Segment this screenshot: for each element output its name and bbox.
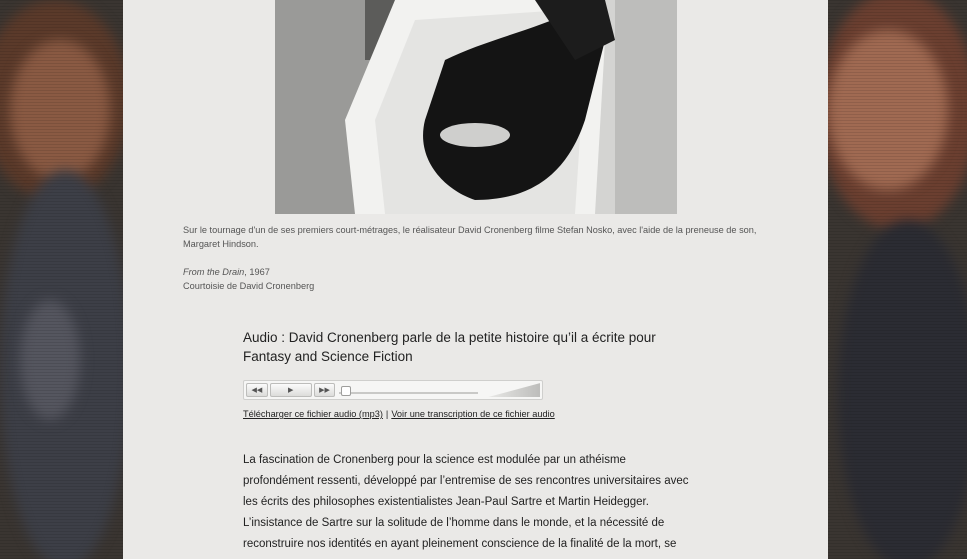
audio-player: ◀◀ ▶ ▶▶ [243, 380, 543, 400]
audio-links: Télécharger ce fichier audio (mp3) | Voir … [243, 409, 555, 419]
seek-slider[interactable] [339, 383, 479, 397]
body-line: La fascination de Cronenberg pour la sci… [243, 454, 626, 466]
play-icon: ▶ [288, 387, 294, 394]
body-line: profondément ressenti, développé par l’e… [243, 475, 689, 487]
body-line: les écrits des philosophes existentialis… [243, 496, 649, 508]
article-column: Sur le tournage d'un de ses premiers cou… [123, 0, 828, 559]
article-photo [275, 0, 677, 214]
fast-forward-button[interactable]: ▶▶ [313, 383, 336, 397]
caption-work: From the Drain, 1967 [183, 265, 773, 279]
volume-icon [488, 383, 541, 397]
caption-credit: Courtoisie de David Cronenberg [183, 281, 315, 291]
play-button[interactable]: ▶ [269, 383, 312, 397]
seek-handle[interactable] [341, 386, 352, 396]
audio-title: Audio : David Cronenberg parle de la pet… [243, 330, 656, 364]
download-audio-link[interactable]: Télécharger ce fichier audio (mp3) [243, 409, 383, 419]
transcript-link[interactable]: Voir une transcription de ce fichier aud… [391, 409, 554, 419]
rewind-button[interactable]: ◀◀ [246, 383, 268, 397]
link-separator: | [385, 409, 389, 419]
background-left [0, 0, 123, 559]
work-title: From the Drain [183, 267, 245, 277]
caption-text-line1: Sur le tournage d'un de ses premiers cou… [183, 225, 757, 235]
background-right [828, 0, 967, 559]
photo-caption: Sur le tournage d'un de ses premiers cou… [183, 223, 773, 293]
caption-text-line2: Margaret Hindson. [183, 239, 259, 249]
fast-forward-icon: ▶▶ [319, 387, 330, 394]
work-year: , 1967 [244, 267, 270, 277]
volume-slider[interactable] [488, 383, 541, 397]
body-line: reconstruire nos identités en ayant plei… [243, 538, 677, 550]
bathtub-photo-illustration [275, 0, 677, 214]
body-line: L’insistance de Sartre sur la solitude d… [243, 517, 665, 529]
rewind-icon: ◀◀ [251, 387, 263, 394]
article-body: La fascination de Cronenberg pour la sci… [243, 450, 713, 555]
